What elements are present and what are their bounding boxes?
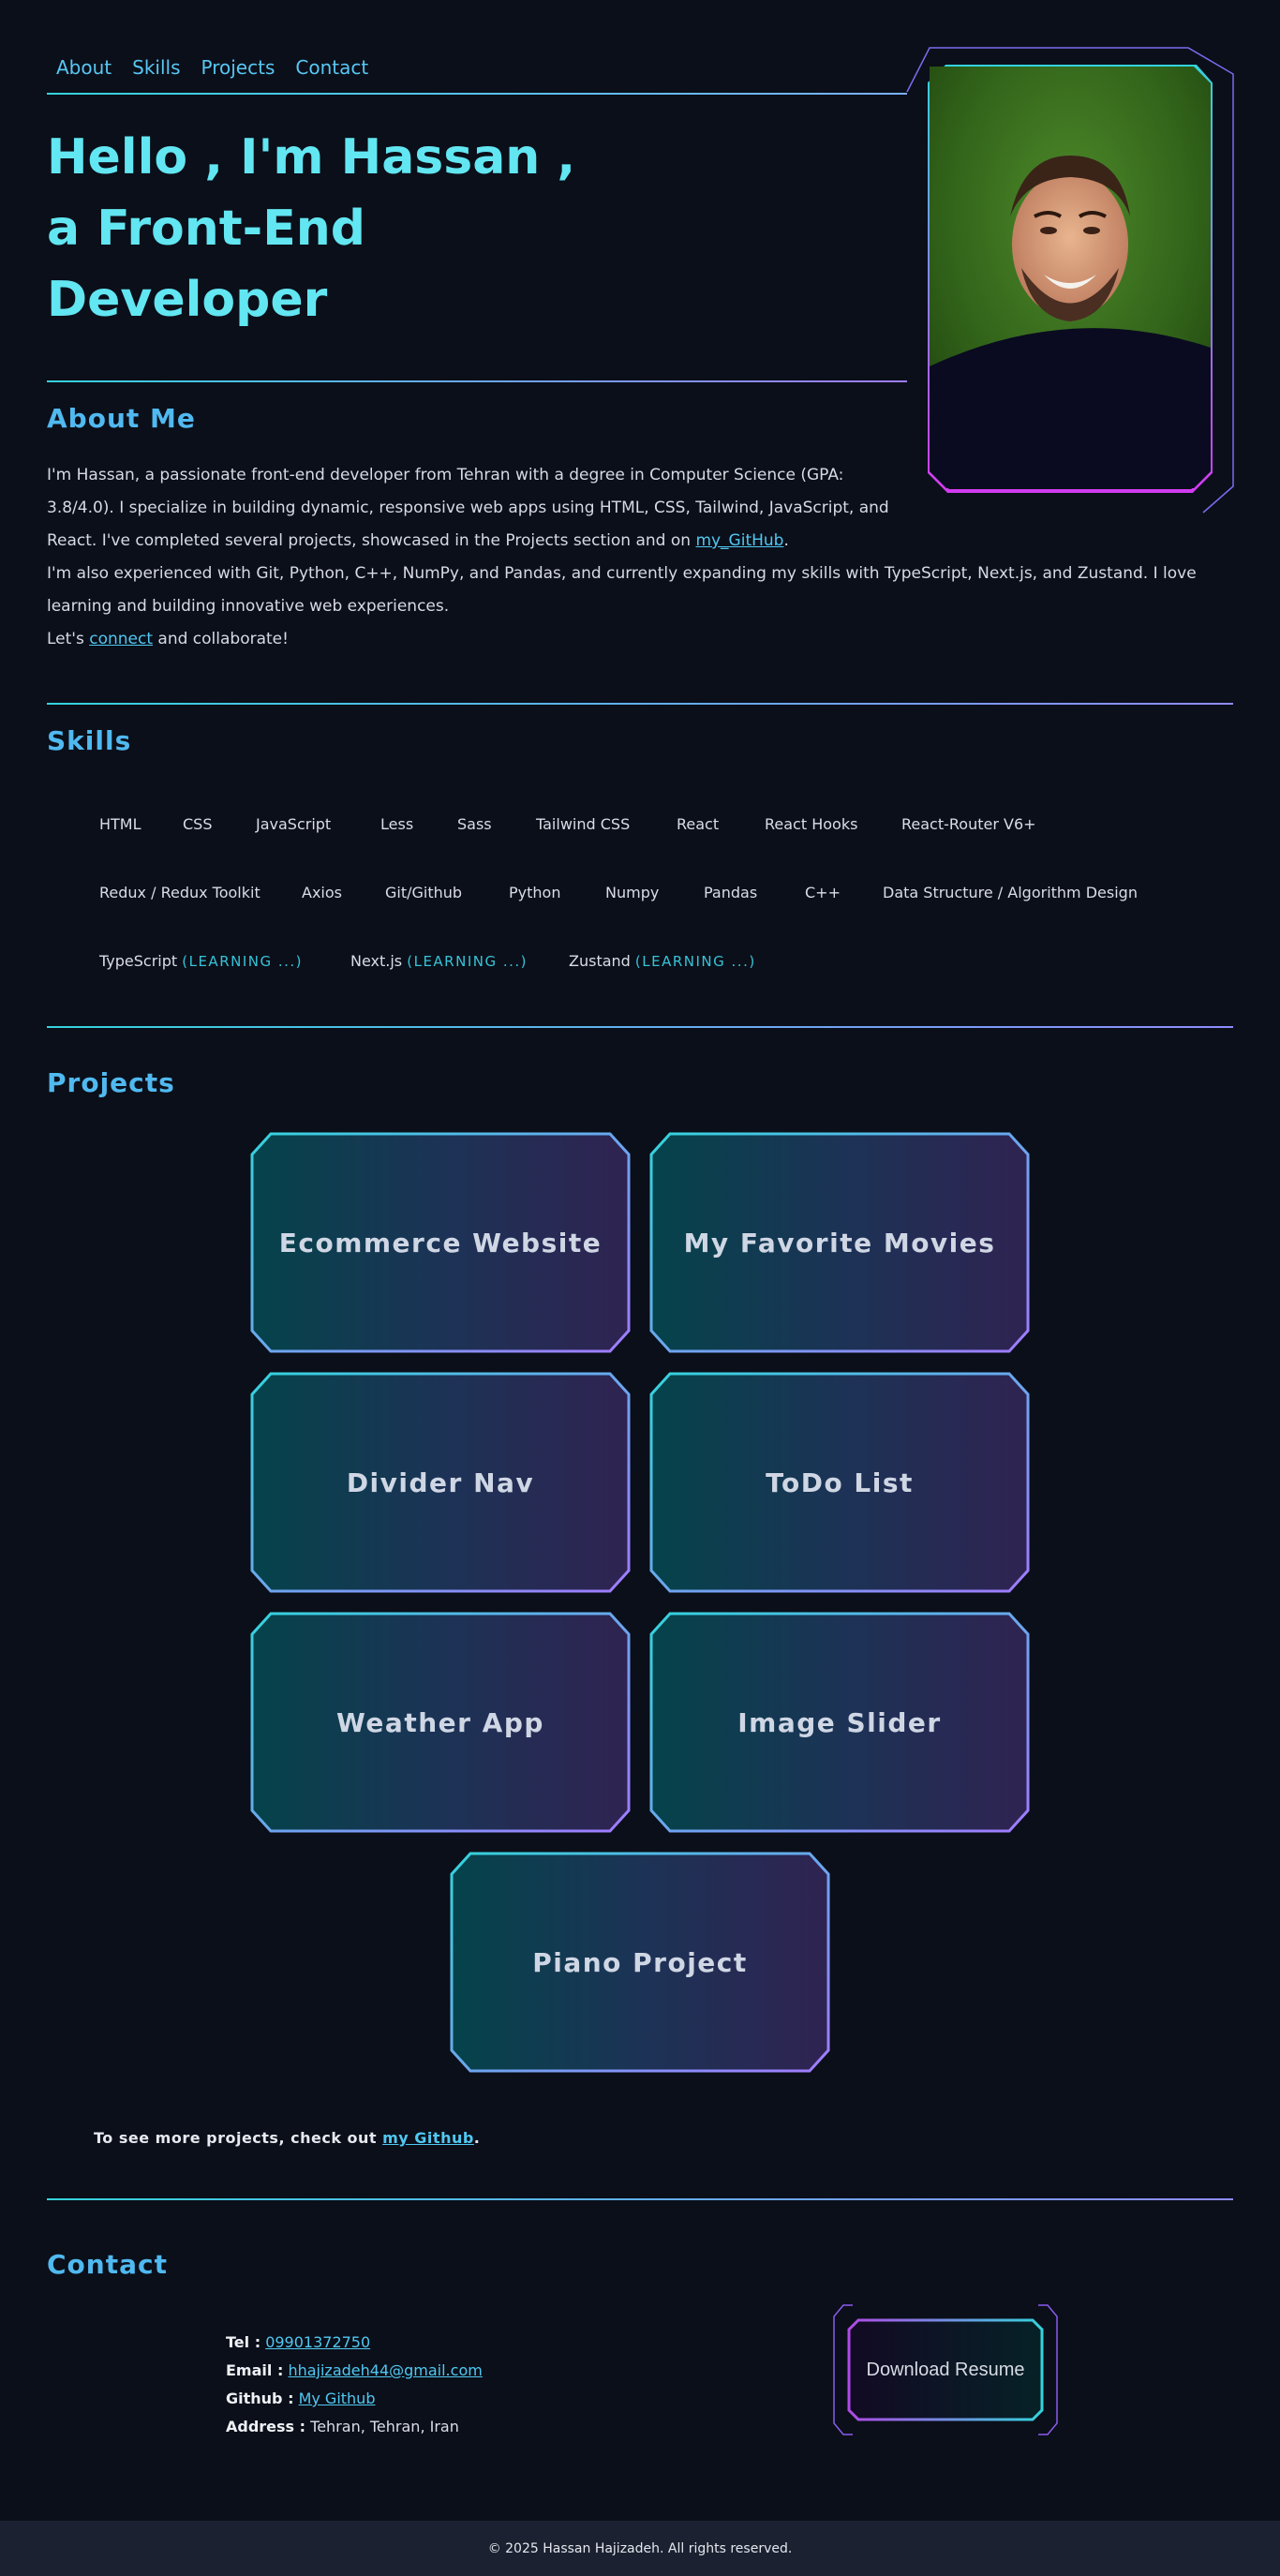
skill-tag: Git/Github bbox=[385, 884, 463, 901]
contact-email-row: Email : hhajizadeh44@gmail.com bbox=[226, 2357, 483, 2385]
hero-title: Hello , I'm Hassan , a Front-End Develop… bbox=[47, 122, 890, 335]
project-title: Image Slider bbox=[737, 1706, 942, 1738]
section-divider bbox=[47, 2198, 1233, 2200]
tel-link[interactable]: 09901372750 bbox=[265, 2333, 370, 2351]
skill-tag: Tailwind CSS bbox=[536, 815, 631, 833]
tel-label: Tel : bbox=[226, 2333, 261, 2351]
skill-tag-learning: Zustand (LEARNING ...) bbox=[569, 952, 756, 970]
skill-tag: Axios bbox=[302, 884, 342, 901]
project-card[interactable]: My Favorite Movies bbox=[649, 1132, 1030, 1353]
footer: © 2025 Hassan Hajizadeh. All rights rese… bbox=[0, 2521, 1280, 2576]
more-projects-text: To see more projects, check out my Githu… bbox=[94, 2129, 480, 2147]
skill-tag: React-Router V6+ bbox=[901, 815, 1036, 833]
nav-link-about[interactable]: About bbox=[56, 56, 112, 79]
hero-line-1: Hello , I'm Hassan , bbox=[47, 129, 576, 186]
more-projects-end: . bbox=[473, 2129, 481, 2147]
about-paragraph-3: Let's connect and collaborate! bbox=[47, 623, 1237, 656]
download-resume-button[interactable]: Download Resume bbox=[849, 2320, 1042, 2420]
about-cta-text: Let's bbox=[47, 630, 90, 648]
nav-link-projects[interactable]: Projects bbox=[201, 56, 275, 79]
contact-address-row: Address : Tehran, Tehran, Iran bbox=[226, 2413, 483, 2441]
top-nav: About Skills Projects Contact bbox=[56, 56, 368, 79]
projects-heading: Projects bbox=[47, 1067, 175, 1098]
project-card[interactable]: Ecommerce Website bbox=[250, 1132, 631, 1353]
email-label: Email : bbox=[226, 2361, 284, 2379]
resume-button-wrap: Download Resume bbox=[832, 2303, 1059, 2436]
skill-name: Zustand bbox=[569, 952, 631, 970]
footer-copyright: © 2025 Hassan Hajizadeh. All rights rese… bbox=[487, 2540, 793, 2556]
skill-tag: Data Structure / Algorithm Design bbox=[883, 884, 1138, 901]
project-title: Weather App bbox=[336, 1706, 544, 1738]
learning-badge: (LEARNING ...) bbox=[407, 953, 528, 970]
more-projects-github-link[interactable]: my Github bbox=[382, 2129, 474, 2147]
profile-photo-frame bbox=[905, 46, 1234, 514]
skill-tag: Numpy bbox=[605, 884, 660, 901]
hero-line-3: Developer bbox=[47, 272, 328, 328]
skill-tag-learning: TypeScript (LEARNING ...) bbox=[99, 952, 303, 970]
skill-name: TypeScript bbox=[99, 952, 178, 970]
project-card[interactable]: Divider Nav bbox=[250, 1372, 631, 1593]
address-value: Tehran, Tehran, Iran bbox=[310, 2418, 459, 2435]
project-title: Piano Project bbox=[532, 1946, 748, 1978]
contact-heading: Contact bbox=[47, 2249, 168, 2280]
project-title: ToDo List bbox=[766, 1467, 914, 1498]
address-label: Address : bbox=[226, 2418, 306, 2435]
profile-photo bbox=[930, 67, 1211, 488]
project-card[interactable]: Piano Project bbox=[450, 1852, 830, 2073]
skill-tag: Pandas bbox=[704, 884, 758, 901]
connect-link[interactable]: connect bbox=[89, 630, 153, 648]
project-card[interactable]: ToDo List bbox=[649, 1372, 1030, 1593]
hero-divider bbox=[47, 380, 907, 382]
about-cta-text-end: and collaborate! bbox=[153, 630, 289, 648]
skill-tag: Redux / Redux Toolkit bbox=[99, 884, 260, 901]
project-title: My Favorite Movies bbox=[683, 1227, 996, 1258]
nav-link-skills[interactable]: Skills bbox=[132, 56, 180, 79]
project-title: Divider Nav bbox=[346, 1467, 535, 1498]
skill-tag: C++ bbox=[805, 884, 841, 901]
email-link[interactable]: hhajizadeh44@gmail.com bbox=[288, 2361, 482, 2379]
about-text-end: . bbox=[783, 531, 789, 550]
skill-tag: HTML bbox=[99, 815, 141, 833]
contact-list: Tel : 09901372750 Email : hhajizadeh44@g… bbox=[226, 2329, 483, 2441]
nav-link-contact[interactable]: Contact bbox=[295, 56, 368, 79]
skill-tag: Sass bbox=[457, 815, 492, 833]
about-paragraph-2: I'm also experienced with Git, Python, C… bbox=[47, 564, 1197, 616]
skill-tag: Less bbox=[380, 815, 414, 833]
learning-badge: (LEARNING ...) bbox=[634, 953, 756, 970]
contact-github-row: Github : My Github bbox=[226, 2385, 483, 2413]
project-card[interactable]: Image Slider bbox=[649, 1612, 1030, 1833]
about-paragraph-1: I'm Hassan, a passionate front-end devel… bbox=[47, 459, 907, 558]
skill-tag: React bbox=[677, 815, 720, 833]
skill-tag-learning: Next.js (LEARNING ...) bbox=[350, 952, 528, 970]
skill-tag: React Hooks bbox=[765, 815, 858, 833]
contact-github-link[interactable]: My Github bbox=[299, 2390, 376, 2407]
skill-name: Next.js bbox=[350, 952, 403, 970]
skill-tag: JavaScript bbox=[256, 815, 332, 833]
project-title: Ecommerce Website bbox=[278, 1227, 603, 1258]
skills-heading: Skills bbox=[47, 725, 132, 756]
skill-tag: CSS bbox=[183, 815, 213, 833]
project-card[interactable]: Weather App bbox=[250, 1612, 631, 1833]
more-projects-label: To see more projects, check out bbox=[94, 2129, 383, 2147]
section-divider bbox=[47, 703, 1233, 705]
nav-underline bbox=[47, 93, 907, 95]
about-heading: About Me bbox=[47, 403, 196, 434]
contact-tel-row: Tel : 09901372750 bbox=[226, 2329, 483, 2357]
github-link[interactable]: my_GitHub bbox=[695, 531, 783, 550]
section-divider bbox=[47, 1026, 1233, 1028]
github-label: Github : bbox=[226, 2390, 294, 2407]
hero-line-2: a Front-End bbox=[47, 201, 365, 257]
learning-badge: (LEARNING ...) bbox=[182, 953, 304, 970]
skill-tag: Python bbox=[509, 884, 561, 901]
